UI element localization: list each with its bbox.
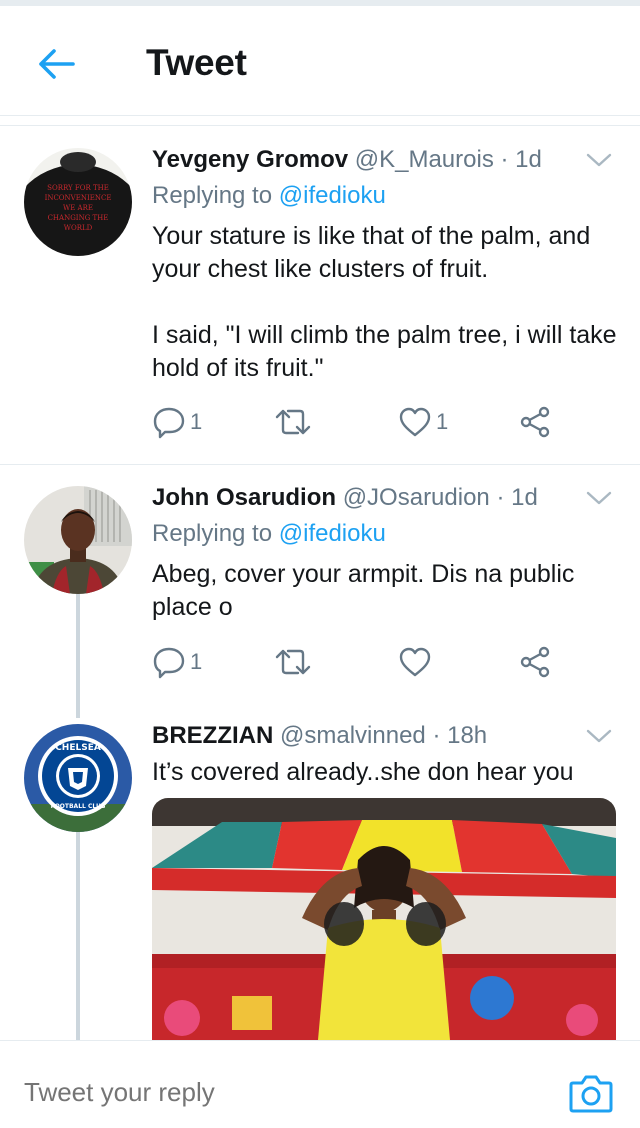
mention-link[interactable]: @ifedioku: [279, 520, 386, 547]
tweet-paragraph: Abeg, cover your armpit. Dis na public p…: [152, 560, 575, 621]
tweet-time: · 1d: [500, 146, 542, 173]
retweet-icon: [275, 649, 311, 675]
reply-bar: [0, 1040, 640, 1128]
camera-icon: [569, 1075, 613, 1113]
avatar[interactable]: SORRY FOR THE INCONVENIENCE WE ARE CHANG…: [24, 148, 132, 256]
tweet-menu-button[interactable]: [586, 148, 612, 172]
reply-count: 1: [190, 649, 203, 674]
tweet-paragraph: I said, "I will climb the palm tree, i w…: [152, 321, 617, 382]
reply-button[interactable]: 1: [152, 642, 202, 682]
reply-icon: [153, 647, 185, 679]
tweet-text: Your stature is like that of the palm, a…: [152, 220, 622, 385]
tweet-time: · 18h: [432, 722, 488, 749]
author-handle[interactable]: @smalvinned: [280, 722, 426, 749]
reply-count: 1: [190, 409, 203, 434]
share-button[interactable]: [518, 402, 552, 442]
author-handle[interactable]: @JOsarudion: [343, 484, 490, 511]
tweet-media[interactable]: [152, 798, 616, 1040]
tweet-text: It’s covered already..she don hear you: [152, 756, 622, 789]
tweet-header: John Osarudion @JOsarudion · 1d: [152, 484, 610, 518]
like-icon: [399, 407, 431, 437]
author-name[interactable]: Yevgeny Gromov: [152, 146, 348, 173]
back-arrow-icon: [39, 49, 75, 79]
tweet-actions: 1 1: [152, 402, 572, 442]
replying-prefix: Replying to: [152, 182, 273, 209]
like-button[interactable]: [398, 642, 432, 682]
badge-text-top: CHELSEA: [55, 743, 101, 753]
avatar[interactable]: CHELSEA FOOTBALL CLUB: [24, 724, 132, 832]
separator: [0, 118, 640, 126]
tweet-menu-button[interactable]: [586, 486, 612, 510]
shirt-text-3: WE ARE: [63, 204, 93, 212]
replying-to: Replying to @ifedioku: [152, 182, 386, 210]
retweet-button[interactable]: [274, 402, 312, 442]
shirt-text-4: CHANGING THE: [48, 214, 109, 222]
share-button[interactable]: [518, 642, 552, 682]
camera-button[interactable]: [568, 1073, 614, 1115]
tweet-paragraph: Your stature is like that of the palm, a…: [152, 222, 591, 283]
reply-button[interactable]: 1: [152, 402, 202, 442]
reply-input[interactable]: [24, 1077, 504, 1108]
retweet-button[interactable]: [274, 642, 312, 682]
shirt-text-5: WORLD: [64, 224, 93, 232]
tweet-actions: 1: [152, 642, 572, 682]
author-name[interactable]: BREZZIAN: [152, 722, 273, 749]
replying-to: Replying to @ifedioku: [152, 520, 386, 548]
chevron-down-icon: [586, 153, 612, 167]
like-icon: [399, 647, 431, 677]
badge-text-bottom: FOOTBALL CLUB: [51, 803, 106, 810]
mention-link[interactable]: @ifedioku: [279, 182, 386, 209]
tweet-divider: [0, 464, 640, 465]
author-name[interactable]: John Osarudion: [152, 484, 336, 511]
retweet-icon: [275, 409, 311, 435]
tweet-header: Yevgeny Gromov @K_Maurois · 1d: [152, 146, 610, 180]
shirt-text-1: SORRY FOR THE: [47, 184, 109, 192]
page-title: Tweet: [146, 42, 247, 83]
tweet-time: · 1d: [496, 484, 538, 511]
tweet-menu-button[interactable]: [586, 724, 612, 748]
like-button[interactable]: 1: [398, 402, 448, 442]
share-icon: [520, 406, 550, 438]
share-icon: [520, 646, 550, 678]
chevron-down-icon: [586, 729, 612, 743]
chevron-down-icon: [586, 491, 612, 505]
back-button[interactable]: [34, 44, 78, 84]
reply-icon: [153, 407, 185, 439]
tweet-header: BREZZIAN @smalvinned · 18h: [152, 722, 610, 756]
tweet-text: Abeg, cover your armpit. Dis na public p…: [152, 558, 622, 624]
avatar[interactable]: [24, 486, 132, 594]
top-bar: Tweet: [0, 6, 640, 116]
replying-prefix: Replying to: [152, 520, 273, 547]
tweet-paragraph: It’s covered already..she don hear you: [152, 758, 574, 786]
shirt-text-2: INCONVENIENCE: [45, 194, 112, 202]
author-handle[interactable]: @K_Maurois: [355, 146, 494, 173]
tweet-item[interactable]: SORRY FOR THE INCONVENIENCE WE ARE CHANG…: [0, 146, 640, 464]
like-count: 1: [436, 409, 449, 434]
tweet-item[interactable]: John Osarudion @JOsarudion · 1d Replying…: [0, 484, 640, 716]
